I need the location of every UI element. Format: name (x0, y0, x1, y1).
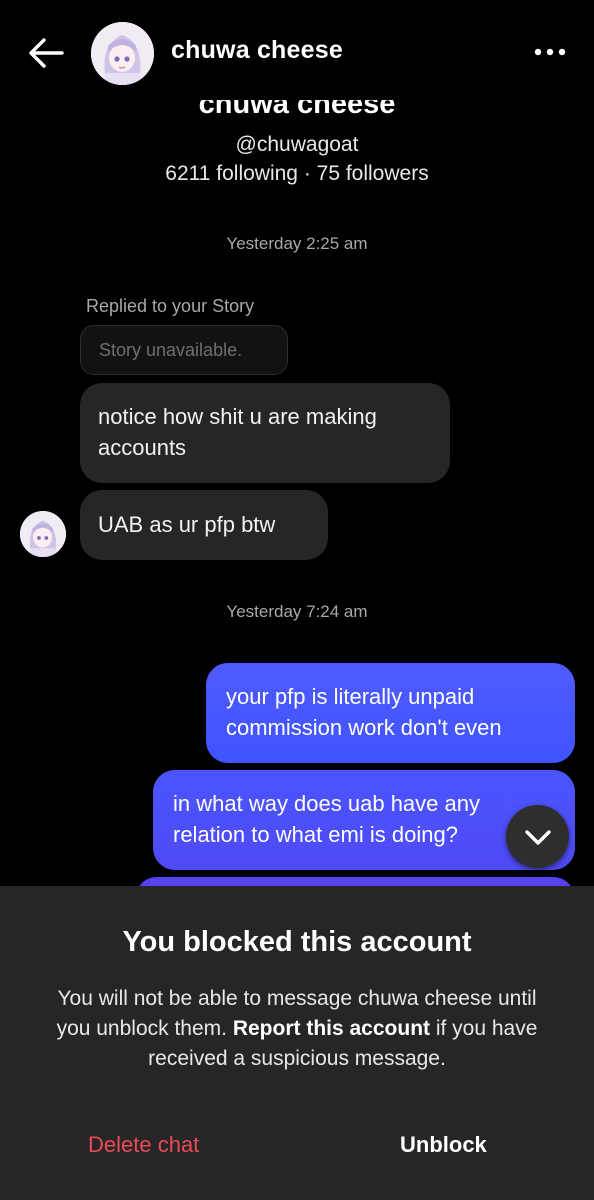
incoming-message[interactable]: notice how shit u are making accounts (80, 383, 450, 483)
more-options-button[interactable] (532, 40, 568, 64)
sender-avatar[interactable] (20, 511, 66, 557)
avatar[interactable] (91, 22, 154, 85)
message-timestamp: Yesterday 2:25 am (226, 234, 368, 253)
blocked-account-sheet: You blocked this account You will not be… (0, 886, 594, 1200)
outgoing-message[interactable]: your pfp is literally unpaid commission … (206, 663, 575, 763)
profile-handle: @chuwagoat (235, 133, 359, 156)
dm-thread-screen: chuwa cheese chuwa cheese @chuwagoat 621… (0, 0, 594, 1200)
avatar-image (91, 22, 154, 85)
arrow-left-icon (29, 38, 64, 68)
message-timestamp: Yesterday 7:24 am (226, 602, 368, 621)
more-horizontal-icon (534, 48, 566, 56)
header-username[interactable]: chuwa cheese (171, 36, 343, 65)
incoming-message[interactable]: UAB as ur pfp btw (80, 490, 328, 560)
scroll-to-bottom-button[interactable] (506, 805, 569, 868)
report-account-link[interactable]: Report this account (233, 1017, 430, 1040)
unblock-button[interactable]: Unblock (400, 1132, 487, 1158)
story-unavailable-card[interactable]: Story unavailable. (80, 325, 288, 375)
back-button[interactable] (26, 36, 66, 70)
chevron-down-icon (525, 830, 551, 845)
delete-chat-button[interactable]: Delete chat (88, 1132, 199, 1158)
sheet-description: You will not be able to message chuwa ch… (40, 984, 554, 1074)
sheet-title: You blocked this account (122, 926, 472, 958)
chat-header: chuwa cheese (0, 0, 594, 100)
replied-to-story-label: Replied to your Story (86, 296, 255, 316)
avatar-image (20, 511, 66, 557)
profile-stats: 6211 following · 75 followers (165, 162, 429, 185)
story-unavailable-text: Story unavailable. (99, 340, 243, 360)
